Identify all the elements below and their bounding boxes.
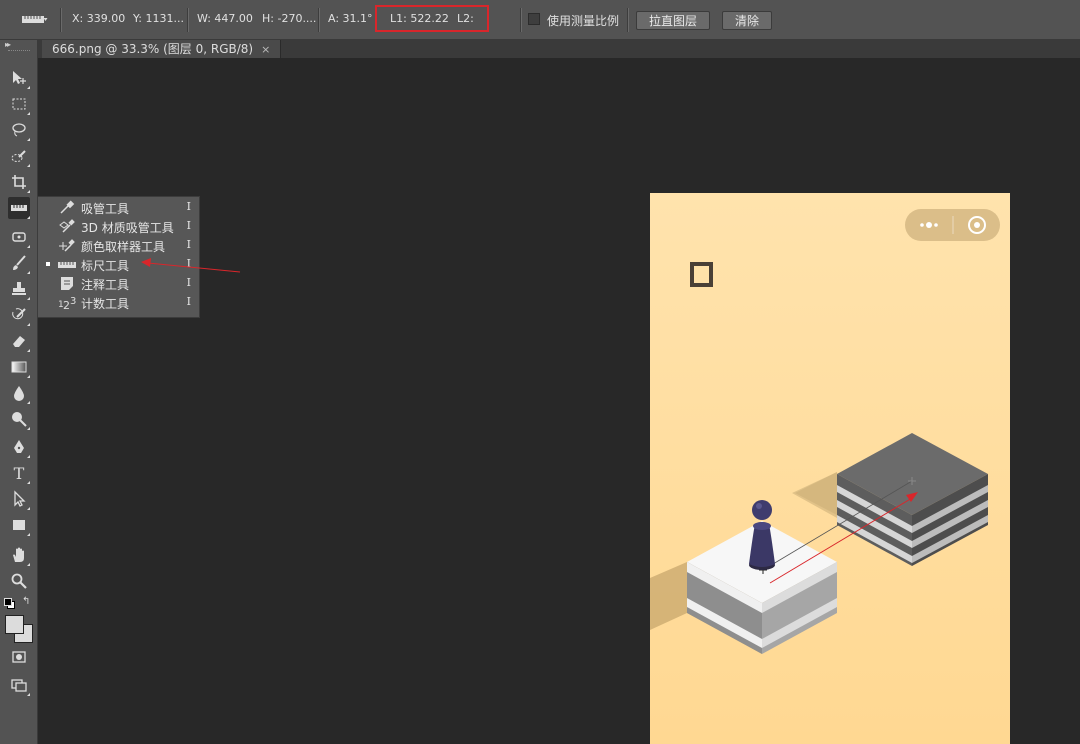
- swap-colors-icon[interactable]: ↰: [22, 596, 30, 607]
- l1-readout: L1: 522.22: [390, 12, 449, 25]
- straighten-layer-button[interactable]: 拉直图层: [636, 11, 710, 30]
- eyedropper-icon: [60, 200, 75, 214]
- use-measurement-scale-label[interactable]: 使用测量比例: [547, 12, 619, 29]
- gradient-tool-icon[interactable]: [8, 356, 30, 378]
- flyout-item-label: 标尺工具: [81, 259, 130, 273]
- angle-readout: A: 31.1°: [328, 12, 373, 25]
- svg-text:2: 2: [63, 299, 70, 310]
- flyout-item-3d-material-eyedropper[interactable]: 3D 材质吸管工具 I: [38, 217, 199, 236]
- foreground-color-swatch[interactable]: [5, 615, 24, 634]
- l2-readout: L2:: [457, 12, 474, 25]
- dodge-tool-icon[interactable]: [8, 408, 30, 430]
- eraser-tool-icon[interactable]: [8, 330, 30, 352]
- tools-panel: ▸▸ T ↰: [0, 40, 38, 744]
- ruler-icon: [58, 262, 76, 268]
- panel-collapse-icon[interactable]: ▸▸: [5, 40, 11, 49]
- x-readout: X: 339.00: [72, 12, 126, 25]
- marquee-tool-icon[interactable]: [8, 93, 30, 115]
- color-sampler-icon: [59, 239, 75, 252]
- y-readout: Y: 1131...: [133, 12, 184, 25]
- rectangle-tool-icon[interactable]: [8, 514, 30, 536]
- default-colors-icon[interactable]: [4, 598, 15, 609]
- svg-text:T: T: [14, 464, 25, 482]
- hand-tool-icon[interactable]: [8, 544, 30, 566]
- ruler-tool-icon[interactable]: [8, 197, 30, 219]
- brush-tool-icon[interactable]: [8, 252, 30, 274]
- pen-tool-icon[interactable]: [8, 436, 30, 458]
- game-scene: [650, 433, 988, 654]
- clear-button[interactable]: 清除: [722, 11, 772, 30]
- document-canvas[interactable]: [650, 193, 1010, 744]
- zoom-tool-icon[interactable]: [8, 570, 30, 592]
- flyout-item-count[interactable]: 123 计数工具 I: [38, 293, 199, 312]
- blur-tool-icon[interactable]: [8, 382, 30, 404]
- document-tab-bar: 666.png @ 33.3% (图层 0, RGB/8) ×: [38, 40, 1080, 58]
- screen-mode-icon[interactable]: [8, 674, 30, 696]
- flyout-item-label: 计数工具: [81, 297, 130, 311]
- note-icon: [61, 277, 73, 290]
- svg-text:3: 3: [70, 296, 76, 307]
- lasso-tool-icon[interactable]: [8, 119, 30, 141]
- panel-grip[interactable]: [8, 50, 30, 53]
- shortcut-key: I: [186, 238, 191, 251]
- clone-stamp-tool-icon[interactable]: [8, 278, 30, 300]
- move-tool-icon[interactable]: [8, 67, 30, 89]
- document-tab[interactable]: 666.png @ 33.3% (图层 0, RGB/8) ×: [42, 40, 282, 58]
- type-tool-icon[interactable]: T: [8, 462, 30, 484]
- width-readout: W: 447.00: [197, 12, 253, 25]
- path-selection-tool-icon[interactable]: [8, 488, 30, 510]
- crop-tool-icon[interactable]: [8, 171, 30, 193]
- quick-mask-icon[interactable]: [8, 646, 30, 668]
- flyout-item-label: 吸管工具: [81, 202, 130, 216]
- use-measurement-scale-checkbox[interactable]: [528, 13, 540, 25]
- height-readout: H: -270....: [262, 12, 317, 25]
- shortcut-key: I: [186, 219, 191, 232]
- shortcut-key: I: [186, 295, 191, 308]
- selected-indicator: [46, 262, 50, 266]
- 3d-material-eyedropper-icon: [59, 219, 75, 233]
- annotation-arrow: [141, 258, 241, 273]
- flyout-item-eyedropper[interactable]: 吸管工具 I: [38, 198, 199, 217]
- document-tab-title: 666.png @ 33.3% (图层 0, RGB/8): [52, 42, 254, 56]
- shortcut-key: I: [186, 200, 191, 213]
- flyout-item-label: 注释工具: [81, 278, 130, 292]
- close-tab-icon[interactable]: ×: [261, 43, 270, 56]
- options-bar: X: 339.00 Y: 1131... W: 447.00 H: -270..…: [0, 0, 1080, 40]
- healing-brush-tool-icon[interactable]: [8, 226, 30, 248]
- flyout-item-label: 3D 材质吸管工具: [81, 221, 174, 235]
- tool-preset-picker[interactable]: [8, 9, 48, 32]
- count-icon: 123: [58, 296, 76, 310]
- history-brush-tool-icon[interactable]: [8, 304, 30, 326]
- quick-selection-tool-icon[interactable]: [8, 145, 30, 167]
